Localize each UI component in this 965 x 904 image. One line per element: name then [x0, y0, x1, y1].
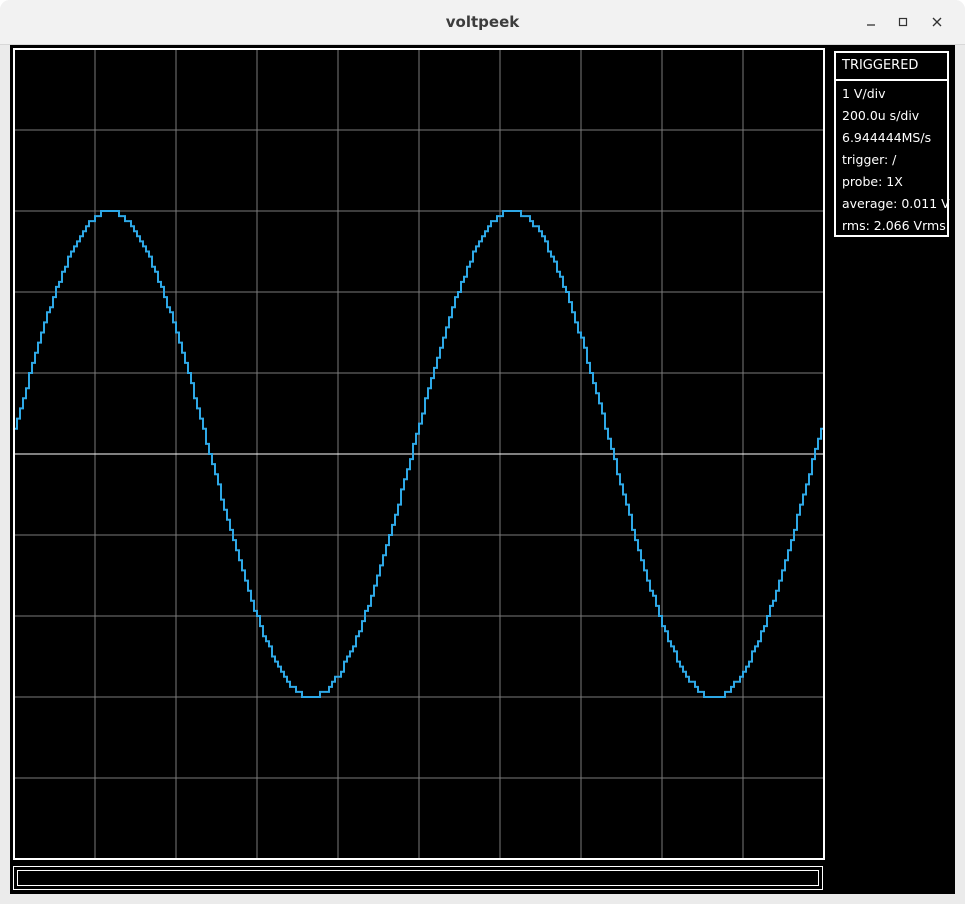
minimize-button[interactable]	[859, 10, 883, 34]
close-icon	[932, 17, 942, 27]
tdiv-readout: 200.0u s/div	[842, 108, 920, 123]
trigger-readout: trigger: /	[842, 152, 897, 167]
oscilloscope-display[interactable]	[13, 48, 825, 860]
title-bar[interactable]: voltpeek	[0, 0, 965, 45]
measurement-panel: TRIGGERED 1 V/div 200.0u s/div 6.944444M…	[834, 51, 950, 237]
average-readout: average: 0.011 V	[842, 196, 950, 211]
close-button[interactable]	[925, 10, 949, 34]
vdiv-readout: 1 V/div	[842, 86, 886, 101]
minimize-icon	[867, 24, 875, 26]
maximize-button[interactable]	[891, 10, 915, 34]
sample-rate-readout: 6.944444MS/s	[842, 130, 932, 145]
command-bar[interactable]	[13, 866, 823, 890]
trigger-status: TRIGGERED	[836, 53, 947, 81]
command-input[interactable]	[17, 870, 819, 886]
app-window: voltpeek TRIGGERED 1 V/div 200.0u s/div …	[0, 0, 965, 904]
window-title: voltpeek	[445, 13, 520, 31]
probe-readout: probe: 1X	[842, 174, 903, 189]
maximize-icon	[898, 17, 908, 27]
rms-readout: rms: 2.066 Vrms	[842, 218, 946, 233]
